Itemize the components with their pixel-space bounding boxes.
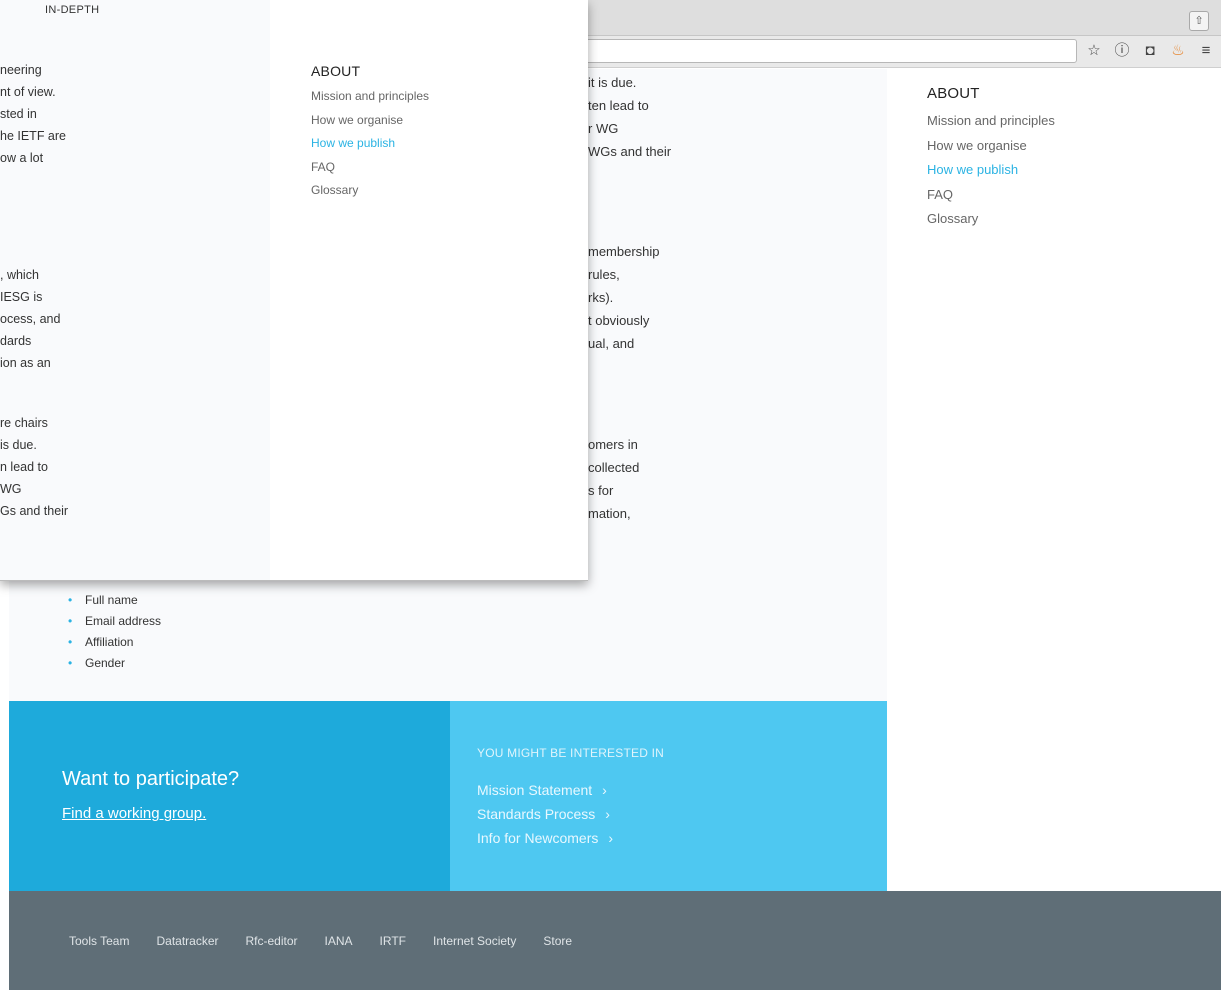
toolbar-icons: ☆ ⓘ ◘ ♨ ≡ xyxy=(1085,40,1215,62)
text-line: is due. xyxy=(0,438,37,452)
participate-panel xyxy=(9,701,450,891)
list-item: Gender xyxy=(68,653,161,674)
footer-links: Tools Team Datatracker Rfc-editor IANA I… xyxy=(69,934,572,948)
footer-link-tools-team[interactable]: Tools Team xyxy=(69,934,129,948)
sidebar-item-faq[interactable]: FAQ xyxy=(927,183,1055,208)
sidebar-item-glossary[interactable]: Glossary xyxy=(927,207,1055,232)
footer-link-datatracker[interactable]: Datatracker xyxy=(156,934,218,948)
background-paragraph: omers in collected s for mation, xyxy=(588,433,639,525)
sidebar-title: ABOUT xyxy=(927,85,980,102)
chevron-right-icon: › xyxy=(602,782,607,798)
text-line: membership xyxy=(588,244,660,259)
background-paragraph: membership rules, rks). t obviously ual,… xyxy=(588,240,660,355)
dropdown-header: IN-DEPTH xyxy=(45,4,100,16)
text-line: ual, and xyxy=(588,336,635,351)
background-paragraph: it is due. ten lead to r WG WGs and thei… xyxy=(588,71,671,163)
footer-link-internet-society[interactable]: Internet Society xyxy=(433,934,516,948)
find-working-group-link[interactable]: Find a working group. xyxy=(62,805,206,822)
sidebar-item-organise[interactable]: How we organise xyxy=(927,134,1055,159)
text-line: he IETF are xyxy=(0,129,66,143)
text-line: IESG is xyxy=(0,290,43,304)
text-line: neering xyxy=(0,63,42,77)
footer-link-rfc-editor[interactable]: Rfc-editor xyxy=(246,934,298,948)
address-bar[interactable] xyxy=(578,39,1077,63)
text-line: omers in xyxy=(588,437,638,452)
text-line: s for xyxy=(588,483,614,498)
interest-links: Mission Statement › Standards Process › In… xyxy=(477,778,613,850)
interest-link-standards[interactable]: Standards Process › xyxy=(477,802,613,826)
chevron-right-icon: › xyxy=(608,830,614,846)
text-line: rks). xyxy=(588,290,614,305)
info-icon[interactable]: ⓘ xyxy=(1113,42,1131,60)
menu-icon[interactable]: ≡ xyxy=(1197,42,1215,60)
collected-data-list: Full name Email address Affiliation Gend… xyxy=(68,590,161,674)
footer-link-irtf[interactable]: IRTF xyxy=(380,934,406,948)
dropdown-item-glossary[interactable]: Glossary xyxy=(311,179,429,203)
text-line: WGs and their xyxy=(588,144,672,159)
text-line: ion as an xyxy=(0,356,51,370)
chevron-right-icon: › xyxy=(605,806,610,822)
text-line: mation, xyxy=(588,506,631,521)
text-line: t obviously xyxy=(588,313,650,328)
list-item: Full name xyxy=(68,590,161,611)
text-line: nt of view. xyxy=(0,85,56,99)
star-icon[interactable]: ☆ xyxy=(1085,42,1103,60)
dropdown-nav: ABOUT Mission and principles How we orga… xyxy=(311,63,429,203)
text-line: sted in xyxy=(0,107,37,121)
text-line: ow a lot xyxy=(0,151,44,165)
dropdown-item-mission[interactable]: Mission and principles xyxy=(311,85,429,109)
dropdown-paragraph: re chairs is due. n lead to WG Gs and th… xyxy=(0,412,68,522)
text-line: re chairs xyxy=(0,416,48,430)
text-line: rules, xyxy=(588,267,620,282)
dropdown-paragraph: , which IESG is ocess, and dards ion as … xyxy=(0,264,60,374)
link-label: Standards Process xyxy=(477,806,596,822)
sidebar-item-publish[interactable]: How we publish xyxy=(927,158,1055,183)
sidebar-nav: ABOUT Mission and principles How we orga… xyxy=(927,85,1055,232)
text-line: n lead to xyxy=(0,460,48,474)
footer-link-iana[interactable]: IANA xyxy=(325,934,353,948)
interest-title: YOU MIGHT BE INTERESTED IN xyxy=(477,746,664,760)
fire-icon[interactable]: ♨ xyxy=(1169,42,1187,60)
participate-heading: Want to participate? xyxy=(62,768,240,790)
text-line: , which xyxy=(0,268,39,282)
dropdown-item-faq[interactable]: FAQ xyxy=(311,156,429,180)
text-line: dards xyxy=(0,334,32,348)
dropdown-item-publish[interactable]: How we publish xyxy=(311,132,429,156)
dropdown-item-organise[interactable]: How we organise xyxy=(311,109,429,133)
link-label: Info for Newcomers xyxy=(477,830,599,846)
sidebar-item-mission[interactable]: Mission and principles xyxy=(927,109,1055,134)
dropdown-menu-panel: IN-DEPTH neering nt of view. sted in he … xyxy=(0,0,588,581)
interest-link-newcomers[interactable]: Info for Newcomers › xyxy=(477,826,613,850)
interest-link-mission[interactable]: Mission Statement › xyxy=(477,778,613,802)
text-line: ten lead to xyxy=(588,98,649,113)
link-label: Mission Statement xyxy=(477,782,593,798)
text-line: r WG xyxy=(588,121,619,136)
dropdown-paragraph: neering nt of view. sted in he IETF are … xyxy=(0,59,66,169)
dropdown-nav-title: ABOUT xyxy=(311,63,361,79)
text-line: it is due. xyxy=(588,75,637,90)
list-item: Email address xyxy=(68,611,161,632)
text-line: WG xyxy=(0,482,22,496)
footer-link-store[interactable]: Store xyxy=(543,934,572,948)
list-item: Affiliation xyxy=(68,632,161,653)
profile-button[interactable]: ⇧ xyxy=(1189,11,1209,31)
text-line: collected xyxy=(588,460,640,475)
text-line: ocess, and xyxy=(0,312,61,326)
text-line: Gs and their xyxy=(0,504,69,518)
ghost-icon[interactable]: ◘ xyxy=(1141,42,1159,60)
